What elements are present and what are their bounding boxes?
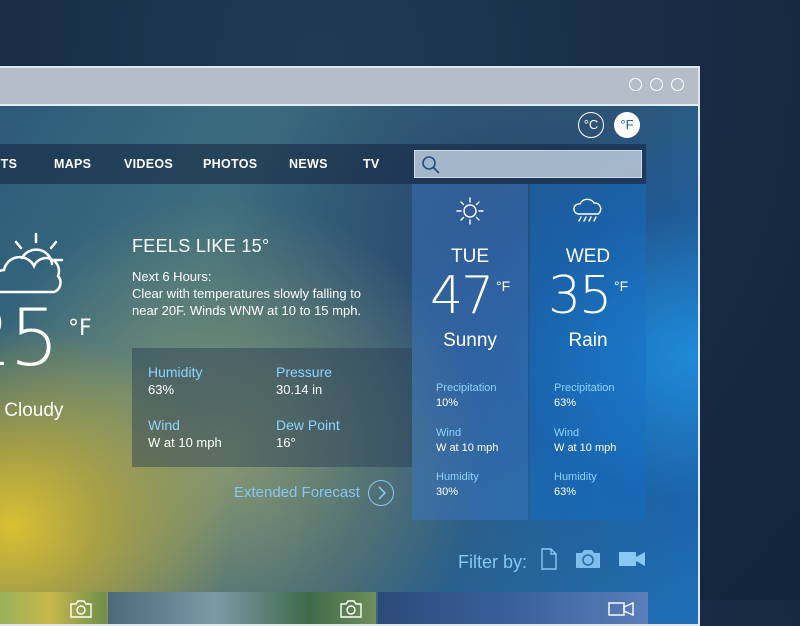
- browser-window: °C °F STS MAPS VIDEOS PHOTOS NEWS TV: [0, 66, 700, 626]
- weather-app: °C °F STS MAPS VIDEOS PHOTOS NEWS TV: [0, 106, 698, 624]
- dew-point-label: Dew Point: [276, 417, 340, 433]
- humidity-label: Humidity: [554, 471, 597, 483]
- chevron-right-icon[interactable]: [368, 480, 394, 506]
- filter-label: Filter by:: [458, 552, 528, 572]
- feels-like: FEELS LIKE 15°: [132, 236, 270, 256]
- dew-point-value: 16°: [276, 435, 296, 450]
- nav-item-forecasts[interactable]: STS: [0, 157, 17, 171]
- pressure-value: 30.14 in: [276, 382, 323, 397]
- media-thumbnails: [0, 592, 698, 624]
- humidity-detail: Humidity 63%: [148, 364, 202, 397]
- window-control-1[interactable]: [629, 78, 642, 91]
- window-control-2[interactable]: [650, 78, 663, 91]
- nav-item-news[interactable]: NEWS: [289, 157, 328, 171]
- celsius-button[interactable]: °C: [578, 112, 604, 138]
- search-input[interactable]: [414, 150, 642, 178]
- current-temperature: 25: [0, 294, 59, 384]
- fahrenheit-button[interactable]: °F: [614, 112, 640, 138]
- pressure-label: Pressure: [276, 364, 333, 380]
- humidity-value: 30%: [436, 486, 459, 498]
- video-icon[interactable]: [618, 549, 646, 569]
- humidity-value: 63%: [148, 382, 175, 397]
- humidity-value: 63%: [554, 486, 577, 498]
- nav-item-tv[interactable]: TV: [363, 157, 380, 171]
- forecast-temp-unit: °F: [496, 278, 511, 294]
- wind-value: W at 10 mph: [436, 442, 499, 454]
- wind-value: W at 10 mph: [148, 435, 222, 450]
- humidity-stat: Humidity 63%: [554, 471, 597, 498]
- humidity-label: Humidity: [436, 471, 479, 483]
- search-icon: [422, 156, 440, 174]
- forecast-temp: 35: [548, 266, 612, 326]
- forecast-condition: Sunny: [443, 330, 497, 351]
- precipitation-stat: Precipitation 10%: [436, 382, 497, 409]
- dew-point-detail: Dew Point 16°: [276, 417, 340, 450]
- current-details-panel: Humidity 63% Pressure 30.14 in Wind W at…: [132, 348, 412, 467]
- unit-toggle: °C °F: [578, 112, 640, 138]
- wind-label: Wind: [148, 417, 180, 433]
- pressure-detail: Pressure 30.14 in: [276, 364, 332, 397]
- camera-icon[interactable]: [574, 548, 602, 570]
- extended-forecast-link[interactable]: Extended Forecast: [234, 484, 360, 501]
- wind-value: W at 10 mph: [554, 442, 617, 454]
- nav-item-maps[interactable]: MAPS: [54, 157, 91, 171]
- precipitation-label: Precipitation: [436, 382, 497, 394]
- wind-label: Wind: [436, 427, 462, 439]
- forecast-day: TUE: [451, 246, 489, 267]
- humidity-stat: Humidity 30%: [436, 471, 479, 498]
- next-hours-line: near 20F. Winds WNW at 10 to 15 mph.: [132, 303, 362, 318]
- precipitation-value: 63%: [554, 397, 577, 409]
- wind-stat: Wind W at 10 mph: [436, 427, 498, 454]
- wind-label: Wind: [554, 427, 580, 439]
- forecast-card-wed[interactable]: WED 35 °F Rain Precipitation 63% Wind W …: [530, 184, 646, 520]
- precipitation-value: 10%: [436, 397, 459, 409]
- camera-icon: [70, 600, 92, 618]
- next-hours-summary: Next 6 Hours: Clear with temperatures sl…: [132, 268, 392, 319]
- window-control-3[interactable]: [671, 78, 684, 91]
- thumbnail-photo[interactable]: [108, 592, 376, 624]
- next-hours-title: Next 6 Hours:: [132, 269, 212, 284]
- forecast-temp-unit: °F: [614, 278, 629, 294]
- forecast-temp: 47: [430, 266, 494, 326]
- window-titlebar: [0, 68, 698, 106]
- precipitation-stat: Precipitation 63%: [554, 382, 615, 409]
- forecast-day: WED: [565, 246, 611, 267]
- camera-icon: [340, 600, 362, 618]
- nav-item-photos[interactable]: PHOTOS: [203, 157, 257, 171]
- forecast-condition: Rain: [568, 330, 608, 351]
- nav-item-videos[interactable]: VIDEOS: [124, 157, 173, 171]
- partly-cloudy-icon: [0, 232, 64, 294]
- current-temp-unit: °F: [68, 316, 92, 341]
- sun-icon: [456, 197, 484, 225]
- humidity-label: Humidity: [148, 364, 203, 380]
- main-nav: STS MAPS VIDEOS PHOTOS NEWS TV: [0, 144, 646, 184]
- document-icon[interactable]: [540, 548, 558, 570]
- forecast-card-tue[interactable]: TUE 47 °F Sunny Precipitation 10% Wind W…: [412, 184, 528, 520]
- filter-options: [540, 548, 646, 570]
- rain-cloud-icon: [573, 198, 602, 222]
- video-icon: [608, 601, 634, 617]
- wind-detail: Wind W at 10 mph: [148, 417, 222, 450]
- current-condition: tly Cloudy: [0, 400, 64, 421]
- precipitation-label: Precipitation: [554, 382, 615, 394]
- thumbnail-photo[interactable]: [0, 592, 106, 624]
- next-hours-line: Clear with temperatures slowly falling t…: [132, 286, 362, 301]
- thumbnail-video[interactable]: [378, 592, 648, 624]
- wind-stat: Wind W at 10 mph: [554, 427, 616, 454]
